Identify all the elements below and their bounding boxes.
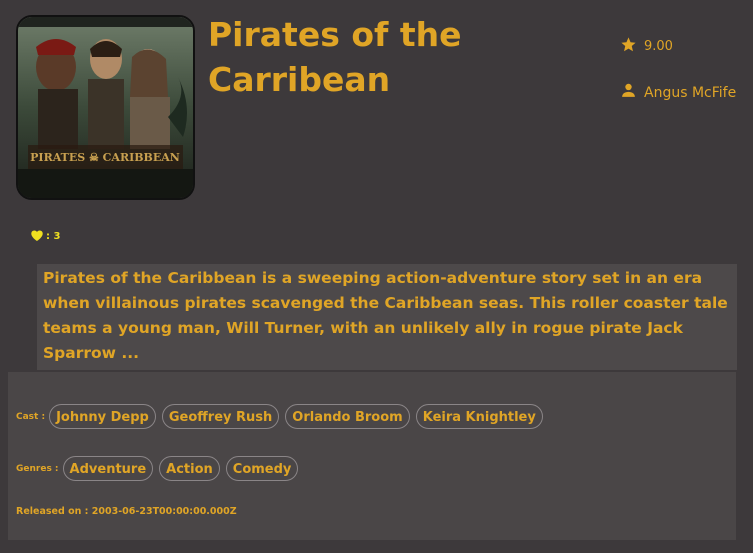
person-icon bbox=[620, 82, 637, 103]
cast-row: Cast : Johnny Depp Geoffrey Rush Orlando… bbox=[16, 404, 549, 429]
cast-chip[interactable]: Geoffrey Rush bbox=[161, 404, 280, 429]
details-panel: Cast : Johnny Depp Geoffrey Rush Orlando… bbox=[8, 372, 736, 540]
star-icon bbox=[620, 36, 637, 57]
rating: 9.00 bbox=[620, 36, 673, 57]
likes[interactable]: : 3 bbox=[30, 229, 60, 244]
movie-description: Pirates of the Caribbean is a sweeping a… bbox=[37, 264, 737, 370]
user-name: Angus McFife bbox=[644, 84, 737, 101]
genre-chip[interactable]: Comedy bbox=[225, 456, 299, 481]
heart-icon bbox=[30, 229, 44, 244]
poster-image: PIRATES ☠ CARIBBEAN bbox=[18, 17, 193, 198]
released-label: Released on : bbox=[16, 506, 89, 517]
cast-label: Cast : bbox=[16, 411, 46, 422]
movie-title: Pirates of the Carribean bbox=[208, 15, 462, 99]
cast-chip[interactable]: Orlando Broom bbox=[285, 404, 410, 429]
rating-value: 9.00 bbox=[644, 39, 673, 54]
user[interactable]: Angus McFife bbox=[620, 82, 736, 103]
genres-row: Genres : Adventure Action Comedy bbox=[16, 456, 304, 481]
movie-poster: PIRATES ☠ CARIBBEAN bbox=[16, 15, 195, 200]
genres-label: Genres : bbox=[16, 463, 59, 474]
genre-chip[interactable]: Adventure bbox=[62, 456, 154, 481]
genre-chip[interactable]: Action bbox=[159, 456, 220, 481]
released-date: 2003-06-23T00:00:00.000Z bbox=[91, 506, 237, 517]
cast-chip[interactable]: Keira Knightley bbox=[415, 404, 543, 429]
cast-chip[interactable]: Johnny Depp bbox=[49, 404, 156, 429]
svg-text:PIRATES ☠ CARIBBEAN: PIRATES ☠ CARIBBEAN bbox=[30, 151, 180, 164]
release-info: Released on : 2003-06-23T00:00:00.000Z bbox=[16, 506, 237, 517]
likes-count: : 3 bbox=[46, 231, 61, 242]
